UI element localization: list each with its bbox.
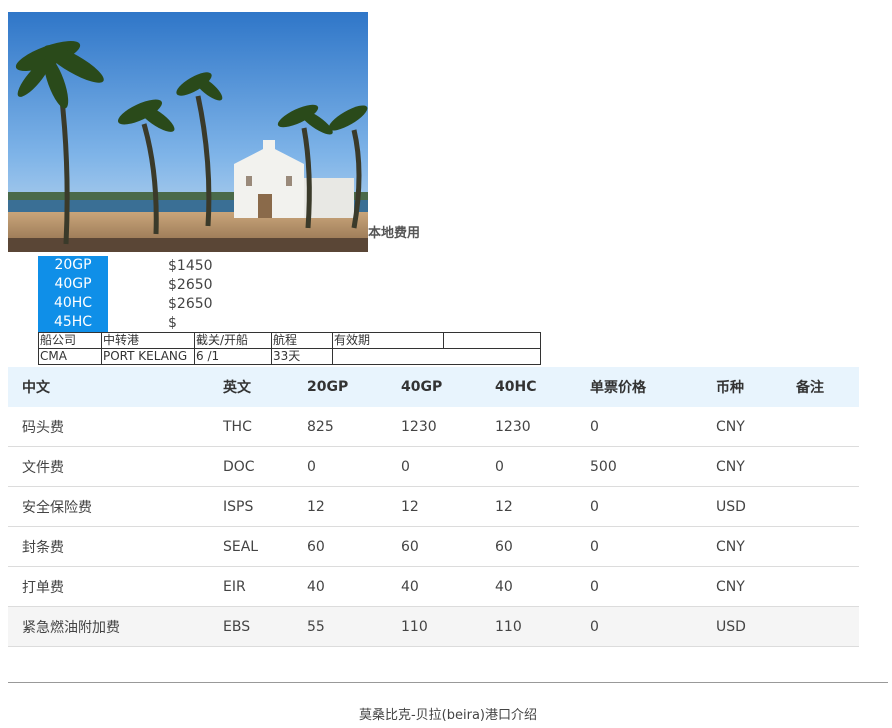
- route-header-cell: [443, 332, 541, 349]
- fees-header-cell: 20GP: [293, 367, 387, 407]
- fee-cell: [782, 486, 859, 527]
- fee-cell: 0: [576, 526, 702, 567]
- fee-cell: THC: [209, 407, 293, 447]
- route-info-table: 船公司 中转港 截关/开船 航程 有效期 CMA PORT KELANG 6 /…: [38, 332, 541, 365]
- container-type-label: 40GP: [38, 275, 108, 294]
- route-cell: PORT KELANG: [101, 348, 195, 365]
- local-fees-table: 中文 英文 20GP 40GP 40HC 单票价格 币种 备注 码头费 THC …: [8, 367, 859, 647]
- fees-header-cell: 40GP: [387, 367, 481, 407]
- route-header-row: 船公司 中转港 截关/开船 航程 有效期: [38, 332, 541, 349]
- fee-cell: 60: [293, 526, 387, 567]
- table-row: 文件费 DOC 0 0 0 500 CNY: [8, 446, 859, 487]
- fee-cell: [782, 407, 859, 447]
- table-row: 封条费 SEAL 60 60 60 0 CNY: [8, 526, 859, 567]
- fee-cell: 60: [481, 526, 576, 567]
- fee-cell: 60: [387, 526, 481, 567]
- fee-cell: 40: [387, 566, 481, 607]
- fee-cell: 1230: [481, 407, 576, 447]
- port-intro-link[interactable]: 莫桑比克-贝拉(beira)港口介绍: [0, 704, 892, 723]
- fee-cell: 0: [576, 407, 702, 447]
- fee-cell: 封条费: [8, 526, 209, 567]
- fees-header-cell: 备注: [782, 367, 859, 407]
- fee-cell: 0: [387, 446, 481, 487]
- route-header-cell: 截关/开船: [194, 332, 272, 349]
- container-price-list: 20GP $1450 40GP $2650 40HC $2650 45HC $: [38, 256, 213, 332]
- price-row-20gp: 20GP $1450: [38, 256, 213, 275]
- fee-cell: [782, 566, 859, 607]
- fee-cell: [782, 606, 859, 647]
- fee-cell: 40: [293, 566, 387, 607]
- fee-cell: USD: [702, 486, 782, 527]
- route-cell: [332, 348, 541, 365]
- route-cell: 33天: [271, 348, 333, 365]
- fee-cell: 12: [293, 486, 387, 527]
- route-data-row: CMA PORT KELANG 6 /1 33天: [38, 348, 541, 365]
- container-type-label: 20GP: [38, 256, 108, 275]
- fees-header-cell: 币种: [702, 367, 782, 407]
- route-header-cell: 航程: [271, 332, 333, 349]
- price-row-40hc: 40HC $2650: [38, 294, 213, 313]
- fee-cell: CNY: [702, 446, 782, 487]
- route-header-cell: 中转港: [101, 332, 195, 349]
- container-price-value: $2650: [168, 276, 213, 293]
- container-price-value: $: [168, 314, 177, 331]
- price-row-45hc: 45HC $: [38, 313, 213, 332]
- fee-cell: [782, 526, 859, 567]
- container-type-label: 45HC: [38, 313, 108, 332]
- fee-cell: ISPS: [209, 486, 293, 527]
- fee-cell: 0: [576, 486, 702, 527]
- fee-cell: DOC: [209, 446, 293, 487]
- fee-cell: CNY: [702, 526, 782, 567]
- fee-cell: 紧急燃油附加费: [8, 606, 209, 647]
- fee-cell: [782, 446, 859, 487]
- container-price-value: $1450: [168, 257, 213, 274]
- fees-header-cell: 中文: [8, 367, 209, 407]
- route-cell: CMA: [38, 348, 102, 365]
- fee-cell: SEAL: [209, 526, 293, 567]
- route-cell: 6 /1: [194, 348, 272, 365]
- fees-header-cell: 英文: [209, 367, 293, 407]
- fee-cell: 40: [481, 566, 576, 607]
- fee-cell: 0: [481, 446, 576, 487]
- fee-cell: 安全保险费: [8, 486, 209, 527]
- fee-cell: 110: [387, 606, 481, 647]
- fee-cell: CNY: [702, 566, 782, 607]
- beach-church-image: [8, 12, 368, 252]
- fee-cell: CNY: [702, 407, 782, 447]
- fee-cell: 12: [387, 486, 481, 527]
- fee-cell: 0: [293, 446, 387, 487]
- local-fees-title: 本地费用: [368, 226, 421, 241]
- section-divider: [8, 682, 888, 683]
- table-row: 安全保险费 ISPS 12 12 12 0 USD: [8, 486, 859, 527]
- fee-cell: 1230: [387, 407, 481, 447]
- port-photo: [8, 12, 368, 252]
- fees-header-cell: 40HC: [481, 367, 576, 407]
- fees-header-row: 中文 英文 20GP 40GP 40HC 单票价格 币种 备注: [8, 367, 859, 407]
- price-row-40gp: 40GP $2650: [38, 275, 213, 294]
- fee-cell: 825: [293, 407, 387, 447]
- fee-cell: 55: [293, 606, 387, 647]
- fee-cell: USD: [702, 606, 782, 647]
- container-type-label: 40HC: [38, 294, 108, 313]
- fee-cell: EIR: [209, 566, 293, 607]
- fee-cell: 500: [576, 446, 702, 487]
- fee-cell: 打单费: [8, 566, 209, 607]
- fee-cell: 0: [576, 606, 702, 647]
- route-header-cell: 船公司: [38, 332, 102, 349]
- table-row: 紧急燃油附加费 EBS 55 110 110 0 USD: [8, 606, 859, 647]
- container-price-value: $2650: [168, 295, 213, 312]
- fee-cell: 110: [481, 606, 576, 647]
- table-row: 码头费 THC 825 1230 1230 0 CNY: [8, 407, 859, 447]
- route-header-cell: 有效期: [332, 332, 444, 349]
- fee-cell: 码头费: [8, 407, 209, 447]
- fee-cell: EBS: [209, 606, 293, 647]
- fee-cell: 0: [576, 566, 702, 607]
- fee-cell: 12: [481, 486, 576, 527]
- fees-header-cell: 单票价格: [576, 367, 702, 407]
- fee-cell: 文件费: [8, 446, 209, 487]
- table-row: 打单费 EIR 40 40 40 0 CNY: [8, 566, 859, 607]
